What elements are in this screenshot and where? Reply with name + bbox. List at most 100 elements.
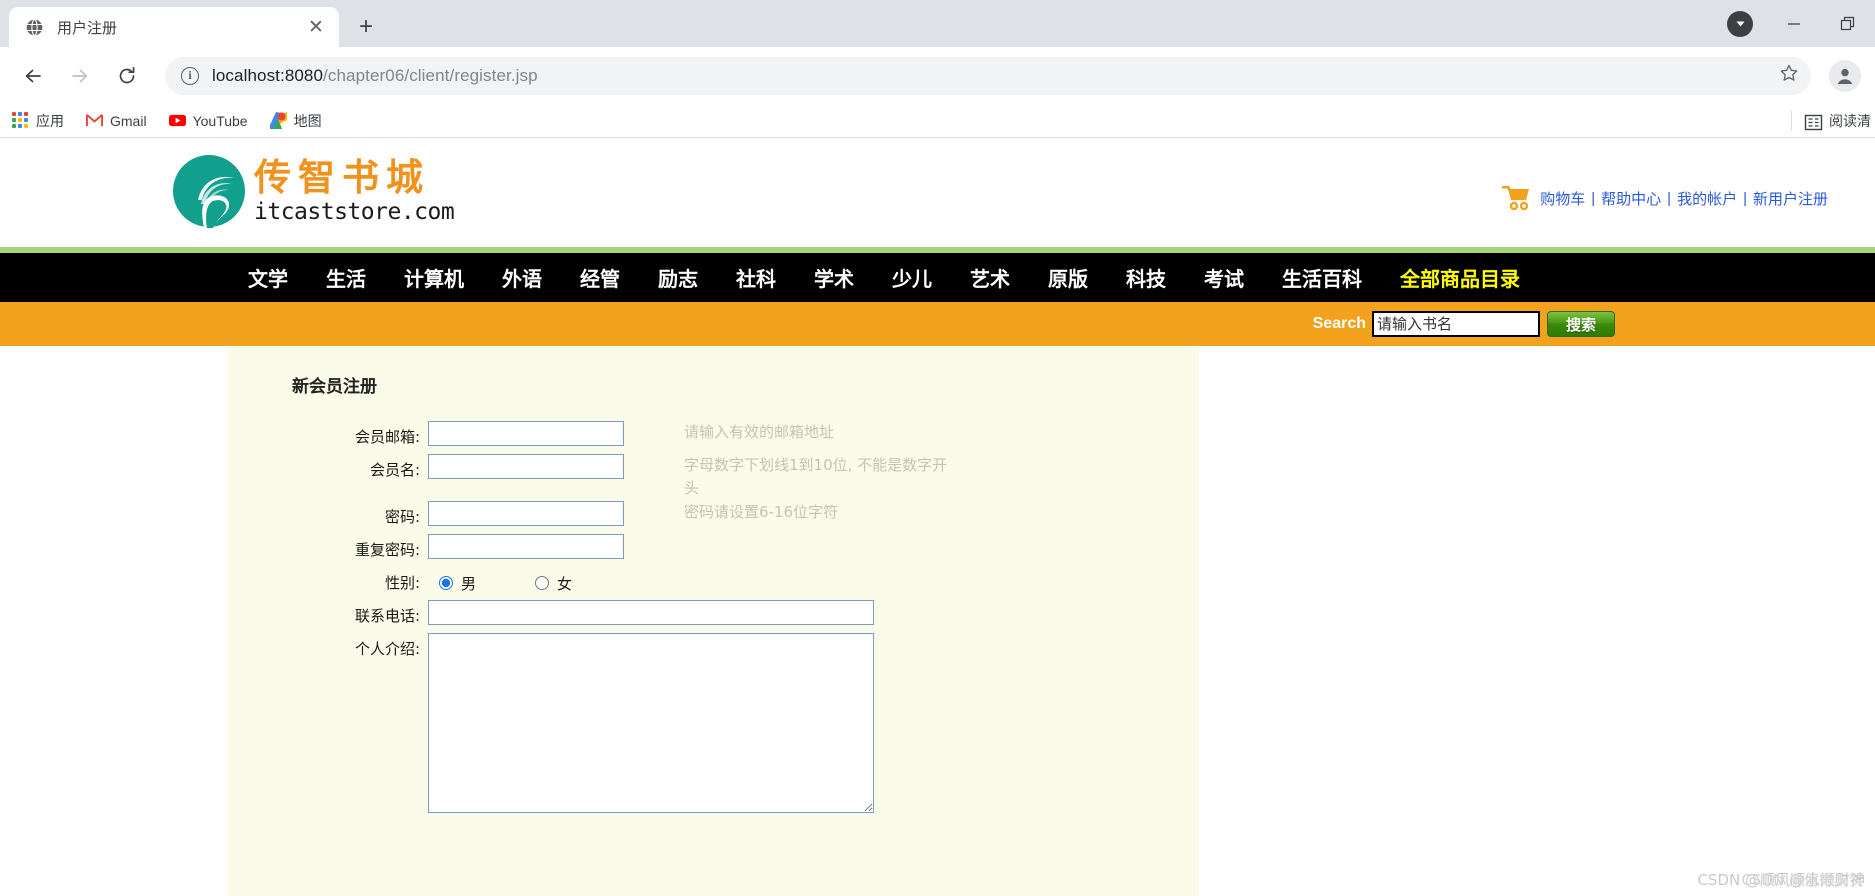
link-shopping-cart[interactable]: 购物车 <box>1540 188 1585 209</box>
logo-text: 传智书城 itcaststore.com <box>254 155 455 225</box>
url-path: /chapter06/client/register.jsp <box>323 65 538 85</box>
bookmark-gmail[interactable]: Gmail <box>86 112 147 129</box>
form-row-username: 会员名: 字母数字下划线1到10位, 不能是数字开头 <box>228 454 954 501</box>
search-input[interactable] <box>1372 311 1540 337</box>
nav-item-shaoer[interactable]: 少儿 <box>892 263 932 292</box>
nav-item-waiyu[interactable]: 外语 <box>502 263 542 292</box>
forward-button[interactable] <box>61 57 99 95</box>
confirm-password-input[interactable] <box>428 533 624 559</box>
username-input[interactable] <box>428 454 624 479</box>
gender-option-female[interactable]: 女 <box>524 573 572 594</box>
watermark-text-primary: CSDN @顺风顺水顺财神 <box>1697 871 1865 889</box>
separator: | <box>1667 189 1672 207</box>
reading-list-label-wrap[interactable]: 阅读清 <box>1829 111 1871 131</box>
nav-item-jingguan[interactable]: 经管 <box>580 263 620 292</box>
field-username <box>428 454 684 501</box>
label-email: 会员邮箱: <box>354 428 420 446</box>
new-tab-button[interactable]: + <box>349 10 383 44</box>
divider <box>1791 111 1792 131</box>
site-header: 传智书城 itcaststore.com 购物车 | 帮助中心 | 我的帐户 |… <box>0 138 1875 247</box>
hint-email: 请输入有效的邮箱地址 <box>684 423 835 441</box>
bookmark-maps[interactable]: 地图 <box>269 111 322 131</box>
label-username: 会员名: <box>369 461 420 479</box>
site-info-icon[interactable]: i <box>181 66 199 85</box>
web-page: 传智书城 itcaststore.com 购物车 | 帮助中心 | 我的帐户 |… <box>0 138 1875 896</box>
phone-input[interactable] <box>428 599 874 625</box>
separator: | <box>1743 189 1747 207</box>
bookmark-label: 应用 <box>36 112 64 129</box>
nav-item-lizhi[interactable]: 励志 <box>658 263 698 292</box>
password-input[interactable] <box>428 500 624 526</box>
hint-confirm-password <box>684 534 954 567</box>
address-bar[interactable]: i localhost:8080/chapter06/client/regist… <box>165 56 1811 95</box>
bookmark-star-icon[interactable] <box>1779 63 1799 88</box>
link-new-user-register[interactable]: 新用户注册 <box>1753 188 1828 209</box>
reading-list-icon[interactable] <box>1804 113 1823 130</box>
gender-radio-female[interactable] <box>535 576 550 590</box>
profile-avatar-icon[interactable] <box>1829 59 1861 92</box>
download-indicator-button[interactable] <box>1713 0 1767 47</box>
bookmarks-bar: 应用 Gmail YouTube 地图 阅读清 <box>0 104 1875 138</box>
download-arrow-icon <box>1727 10 1753 37</box>
shopping-cart-icon[interactable] <box>1501 185 1532 211</box>
category-nav: 文学 生活 计算机 外语 经管 励志 社科 学术 少儿 艺术 原版 科技 考试 … <box>0 253 1875 302</box>
link-my-account[interactable]: 我的帐户 <box>1677 188 1737 209</box>
nav-item-xueshu[interactable]: 学术 <box>814 263 854 292</box>
form-row-password: 密码: 密码请设置6-16位字符 <box>228 500 954 534</box>
field-phone <box>428 599 954 633</box>
nav-item-sheke[interactable]: 社科 <box>736 263 776 292</box>
link-help-center[interactable]: 帮助中心 <box>1601 188 1661 209</box>
field-password <box>428 500 684 534</box>
site-logo[interactable]: 传智书城 itcaststore.com <box>172 154 455 228</box>
separator: | <box>1591 189 1596 207</box>
form-row-confirm-password: 重复密码: <box>228 533 954 567</box>
nav-item-yuanban[interactable]: 原版 <box>1048 263 1088 292</box>
field-email <box>428 421 684 454</box>
minimize-button[interactable] <box>1767 0 1821 47</box>
page-title: 新会员注册 <box>292 377 377 397</box>
gender-radio-male[interactable] <box>439 576 453 590</box>
nav-item-wenxue[interactable]: 文学 <box>248 263 288 292</box>
window-controls <box>1713 0 1875 47</box>
close-icon[interactable]: ✕ <box>303 14 329 40</box>
reload-button[interactable] <box>108 57 146 95</box>
browser-window: 用户注册 ✕ + i localhost:8080/chapter06/clie… <box>0 0 1875 896</box>
back-button[interactable] <box>14 57 52 95</box>
nav-item-shenghuobaike[interactable]: 生活百科 <box>1282 263 1362 292</box>
gender-option-male[interactable]: 男 <box>428 573 476 594</box>
nav-item-yishu[interactable]: 艺术 <box>970 263 1010 292</box>
gender-label-female: 女 <box>557 574 573 593</box>
nav-item-keji[interactable]: 科技 <box>1126 263 1166 292</box>
gmail-icon <box>86 112 103 129</box>
logo-chinese-name: 传智书城 <box>254 155 430 199</box>
nav-item-shenghuo[interactable]: 生活 <box>326 263 366 292</box>
form-row-intro: 个人介绍: <box>228 632 954 818</box>
url-text: localhost:8080/chapter06/client/register… <box>212 66 1771 86</box>
globe-icon <box>25 18 44 37</box>
csdn-watermark: CSDN @顺风顺水顺财神 CSDN @值得庆贺 <box>1697 869 1865 890</box>
gender-label-male: 男 <box>461 574 477 593</box>
nav-item-jisuanji[interactable]: 计算机 <box>404 263 464 292</box>
bookmark-apps[interactable]: 应用 <box>12 111 64 131</box>
nav-item-kaoshi[interactable]: 考试 <box>1204 263 1244 292</box>
logo-domain: itcaststore.com <box>254 198 455 225</box>
bookmarks-bar-right: 阅读清 <box>1791 104 1875 138</box>
browser-tab[interactable]: 用户注册 ✕ <box>9 7 339 47</box>
url-host: localhost:8080 <box>212 65 324 85</box>
maximize-restore-button[interactable] <box>1821 0 1875 47</box>
nav-item-all-catalog[interactable]: 全部商品目录 <box>1400 263 1520 292</box>
apps-grid-icon <box>12 112 29 129</box>
search-label: Search <box>1312 315 1366 332</box>
search-button[interactable]: 搜索 <box>1547 311 1615 337</box>
email-input[interactable] <box>428 421 624 446</box>
bookmark-label: Gmail <box>110 112 147 129</box>
itcast-logo-icon <box>172 154 246 228</box>
label-confirm-password: 重复密码: <box>354 540 420 559</box>
field-confirm-password <box>428 533 684 567</box>
watermark-text-secondary: CSDN @值得庆贺 <box>1741 871 1864 889</box>
label-intro: 个人介绍: <box>354 639 420 658</box>
intro-textarea[interactable] <box>428 632 874 813</box>
field-intro <box>428 632 954 818</box>
bookmark-youtube[interactable]: YouTube <box>168 112 248 129</box>
youtube-icon <box>168 112 186 129</box>
